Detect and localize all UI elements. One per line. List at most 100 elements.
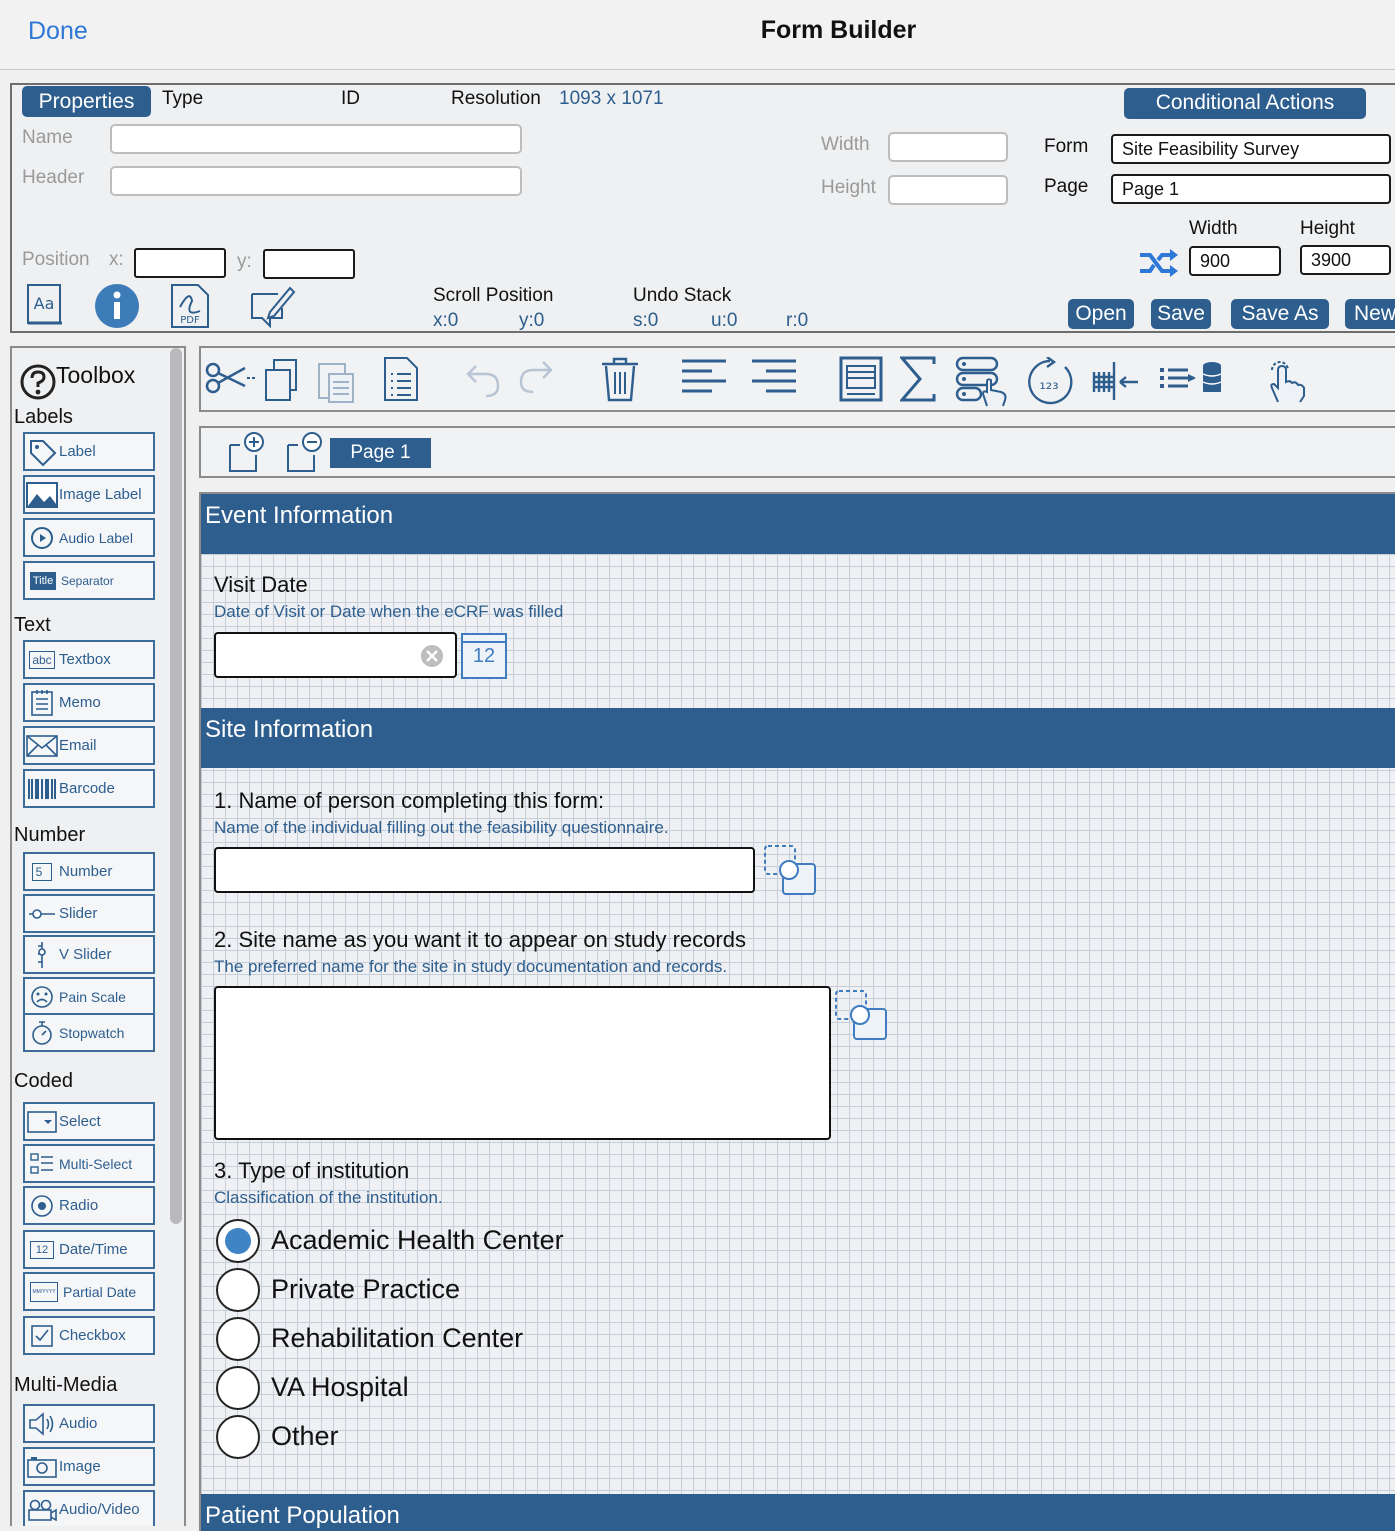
calendar-icon[interactable]: 12 xyxy=(461,633,507,679)
toolbox-item-date-time[interactable]: 12 Date/Time xyxy=(23,1230,155,1269)
grid-columns-icon[interactable] xyxy=(1092,358,1140,402)
shuffle-icon[interactable] xyxy=(1138,249,1178,277)
open-button[interactable]: Open xyxy=(1068,299,1134,329)
toolbox-item-email[interactable]: Email xyxy=(23,726,155,765)
section-header-event-information[interactable]: Event Information xyxy=(201,494,1395,554)
section-header-patient-population[interactable]: Patient Population xyxy=(201,1494,1395,1531)
toolbox-item-number[interactable]: 5 Number xyxy=(23,852,155,891)
toolbox-item-slider-text: Slider xyxy=(59,905,98,922)
name-input[interactable] xyxy=(110,124,522,154)
conditional-actions-button[interactable]: Conditional Actions xyxy=(1124,88,1366,119)
toolbox-item-image[interactable]: Image xyxy=(23,1447,155,1486)
toolbox-item-v-slider[interactable]: V Slider xyxy=(23,935,155,974)
cut-icon[interactable] xyxy=(205,360,255,396)
align-left-icon[interactable] xyxy=(682,358,726,398)
trash-icon[interactable] xyxy=(600,356,640,402)
textbox-icon: abc xyxy=(29,650,55,669)
save-as-button[interactable]: Save As xyxy=(1231,299,1329,329)
section-header-site-information[interactable]: Site Information xyxy=(201,708,1395,768)
data-source-icon[interactable] xyxy=(955,356,1011,408)
visit-date-input[interactable] xyxy=(214,632,457,678)
form-layout-icon[interactable] xyxy=(839,356,883,402)
tap-select-icon[interactable] xyxy=(763,844,819,898)
list-document-icon[interactable] xyxy=(383,356,419,402)
video-camera-icon xyxy=(28,1499,57,1521)
toolbox-item-stopwatch[interactable]: Stopwatch xyxy=(23,1013,155,1052)
toolbox-item-stopwatch-text: Stopwatch xyxy=(59,1024,125,1041)
toolbox-item-barcode[interactable]: Barcode xyxy=(23,769,155,808)
page-label: Page xyxy=(1044,176,1089,197)
toolbox-item-pain-scale[interactable]: Pain Scale xyxy=(23,977,155,1016)
width-input[interactable] xyxy=(888,132,1008,162)
page-height-input[interactable]: 3900 xyxy=(1300,245,1391,275)
toolbox-item-image-label[interactable]: Image Label xyxy=(23,475,155,514)
toolbox-item-number-text: Number xyxy=(59,863,113,880)
q1-input[interactable] xyxy=(214,847,755,893)
copy-icon[interactable] xyxy=(264,358,300,402)
toolbox-item-audio-label-text: Audio Label xyxy=(59,529,133,546)
redo-icon[interactable] xyxy=(519,358,553,396)
radio-private-practice[interactable] xyxy=(216,1268,260,1312)
toolbox-item-partial-date[interactable]: MM/YYYY Partial Date xyxy=(23,1272,155,1311)
radio-rehabilitation-center[interactable] xyxy=(216,1317,260,1361)
radio-va-hospital[interactable] xyxy=(216,1366,260,1410)
toolbox-item-multi-select[interactable]: Multi-Select xyxy=(23,1144,155,1183)
toolbox-item-audio-text: Audio xyxy=(59,1415,98,1432)
toolbox-item-memo[interactable]: Memo xyxy=(23,683,155,722)
numbering-icon[interactable]: ₁₂₃ xyxy=(1025,357,1075,405)
toolbox-item-barcode-text: Barcode xyxy=(59,780,115,797)
touch-gesture-icon[interactable] xyxy=(1264,356,1308,406)
info-icon[interactable] xyxy=(94,283,140,329)
page-name-input[interactable]: Page 1 xyxy=(1111,174,1391,204)
help-icon[interactable] xyxy=(20,364,56,400)
toolbox-item-label[interactable]: Label xyxy=(23,432,155,471)
tap-select-icon-2[interactable] xyxy=(834,989,890,1043)
undo-icon[interactable] xyxy=(466,360,500,398)
q2-memo-input[interactable] xyxy=(214,986,831,1140)
paste-icon[interactable] xyxy=(317,358,357,404)
toolbox-item-radio[interactable]: Radio xyxy=(23,1186,155,1225)
toolbox-item-select[interactable]: Select xyxy=(23,1102,155,1141)
radio-other[interactable] xyxy=(216,1415,260,1459)
toolbox-item-textbox[interactable]: abc Textbox xyxy=(23,640,155,679)
font-icon[interactable]: Aa xyxy=(26,283,64,327)
clear-icon[interactable] xyxy=(420,644,444,668)
properties-tab[interactable]: Properties xyxy=(22,86,151,117)
toolbox-item-audio-label[interactable]: Audio Label xyxy=(23,518,155,557)
pdf-icon[interactable]: PDF xyxy=(170,283,210,329)
toolbox-item-checkbox[interactable]: Checkbox xyxy=(23,1316,155,1355)
toolbox-section-coded: Coded xyxy=(14,1070,73,1092)
position-x-input[interactable] xyxy=(134,248,226,278)
position-y-label: y: xyxy=(237,251,252,272)
toolbox-item-separator[interactable]: Title Separator xyxy=(23,561,155,600)
q3-title: 3. Type of institution xyxy=(214,1158,410,1183)
remove-page-icon[interactable] xyxy=(286,431,324,473)
align-right-icon[interactable] xyxy=(752,358,796,398)
toolbox-item-audio[interactable]: Audio xyxy=(23,1404,155,1443)
svg-text:PDF: PDF xyxy=(180,315,200,326)
position-y-input[interactable] xyxy=(263,249,355,279)
add-page-icon[interactable] xyxy=(228,431,266,473)
edit-form-icon[interactable] xyxy=(250,284,296,328)
list-database-icon[interactable] xyxy=(1160,358,1224,400)
form-canvas[interactable]: Event Information Visit Date Date of Vis… xyxy=(199,492,1395,1531)
save-button[interactable]: Save xyxy=(1151,299,1211,329)
toolbox-section-labels: Labels xyxy=(14,406,73,428)
toolbox-scrollbar[interactable] xyxy=(170,348,182,1224)
q2-title: 2. Site name as you want it to appear on… xyxy=(214,927,746,952)
radio-label-academic-health-center: Academic Health Center xyxy=(271,1225,564,1255)
radio-academic-health-center[interactable] xyxy=(216,1219,260,1263)
page-width-input[interactable]: 900 xyxy=(1189,246,1281,276)
page-title: Form Builder xyxy=(760,16,917,44)
toolbox-title: Toolbox xyxy=(56,362,136,388)
page-tab-1[interactable]: Page 1 xyxy=(330,438,431,468)
camera-icon xyxy=(27,1456,57,1478)
form-name-input[interactable]: Site Feasibility Survey xyxy=(1111,134,1391,164)
sum-icon[interactable] xyxy=(900,356,936,402)
toolbox-item-slider[interactable]: Slider xyxy=(23,894,155,933)
new-button[interactable]: New xyxy=(1345,299,1395,329)
toolbox-item-audio-video[interactable]: Audio/Video xyxy=(23,1490,155,1526)
toolbox-item-audio-video-text: Audio/Video xyxy=(59,1501,140,1518)
header-input[interactable] xyxy=(110,166,522,196)
height-input[interactable] xyxy=(888,175,1008,205)
